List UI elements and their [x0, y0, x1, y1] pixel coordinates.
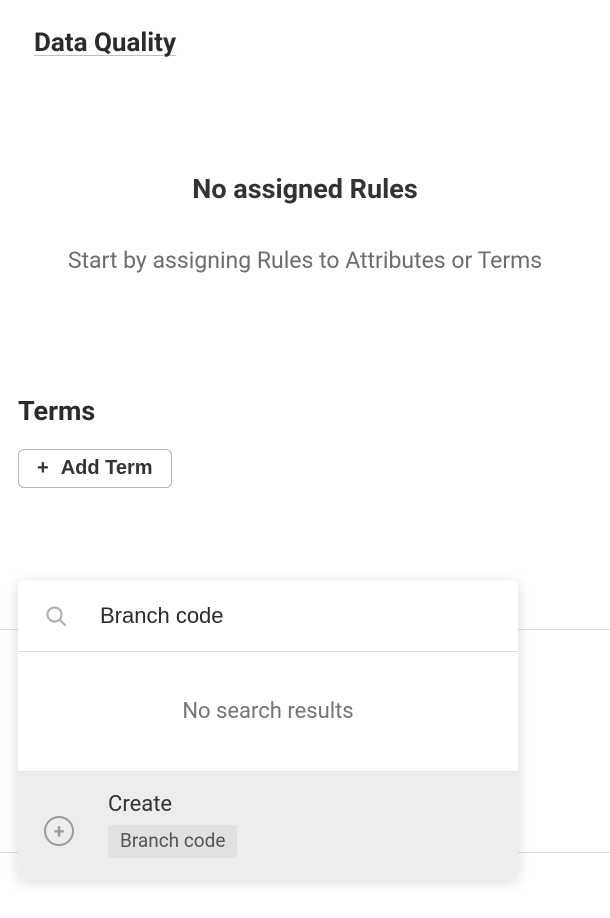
- create-term-option[interactable]: + Create Branch code: [18, 772, 518, 880]
- section-title-terms: Terms: [18, 395, 610, 427]
- add-term-button[interactable]: + Add Term: [18, 449, 172, 488]
- term-search-input[interactable]: [100, 603, 492, 629]
- add-term-label: Add Term: [61, 457, 153, 480]
- create-text-block: Create Branch code: [108, 792, 237, 858]
- empty-subtext: Start by assigning Rules to Attributes o…: [40, 243, 570, 280]
- search-icon: [44, 604, 68, 628]
- section-title-data-quality: Data Quality: [34, 28, 610, 58]
- empty-heading: No assigned Rules: [40, 173, 570, 205]
- rules-empty-state: No assigned Rules Start by assigning Rul…: [0, 173, 610, 280]
- circle-plus-icon: +: [44, 816, 74, 846]
- create-label: Create: [108, 792, 172, 817]
- term-search-popover: No search results + Create Branch code: [18, 580, 518, 880]
- search-no-results: No search results: [18, 652, 518, 772]
- plus-icon: +: [37, 458, 49, 478]
- create-chip: Branch code: [108, 825, 237, 858]
- search-row: [18, 580, 518, 652]
